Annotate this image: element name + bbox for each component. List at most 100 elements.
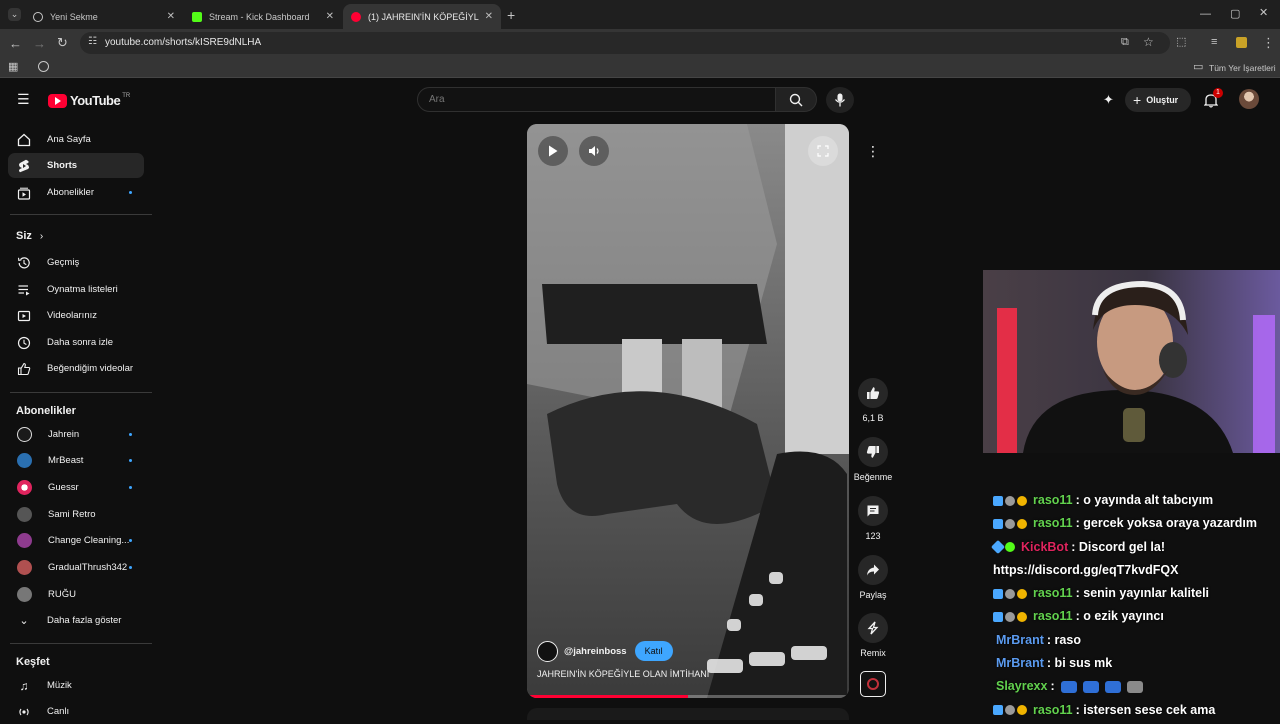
sidebar-item-liked-videos[interactable]: Beğendiğim videolar xyxy=(8,356,144,381)
hamburger-menu-icon[interactable]: ☰ xyxy=(17,92,30,106)
minimize-icon[interactable]: — xyxy=(1200,9,1211,20)
chevron-right-icon: › xyxy=(39,230,44,242)
sidebar-item-playlists[interactable]: Oynatma listeleri xyxy=(8,277,144,302)
remix-icon xyxy=(867,621,879,635)
new-tab-plus-icon[interactable]: + xyxy=(507,8,515,22)
remix-button[interactable] xyxy=(858,613,888,643)
restore-icon[interactable]: ▢ xyxy=(1230,9,1240,20)
kick-logo-icon xyxy=(192,11,202,22)
close-icon[interactable]: ✕ xyxy=(167,11,175,22)
chat-link[interactable]: https://discord.gg/eqT7kvdFQX xyxy=(993,559,1178,582)
chat-username[interactable]: raso11 xyxy=(1033,512,1073,535)
chat-username[interactable]: raso11 xyxy=(1033,489,1073,512)
sidebar-item-home[interactable]: Ana Sayfa xyxy=(8,127,144,152)
join-button[interactable]: Katıl xyxy=(634,641,673,661)
badge-icon xyxy=(1017,518,1027,529)
sidebar-channel-guessr[interactable]: Guessr xyxy=(8,475,144,500)
channel-handle[interactable]: @jahreinboss xyxy=(564,646,627,657)
sidebar-item-label: Müzik xyxy=(47,680,72,691)
sidebar-channel-jahrein[interactable]: Jahrein xyxy=(8,422,144,447)
browser-tab-bar: ⌄ Yeni Sekme ✕ Stream - Kick Dashboard ✕… xyxy=(0,0,1280,29)
extensions-icon[interactable]: ⬚ xyxy=(1176,37,1186,48)
bookmark-globe-icon[interactable] xyxy=(38,61,49,72)
subscriptions-heading: Abonelikler xyxy=(16,405,76,417)
dislike-button[interactable] xyxy=(858,437,888,467)
sidebar-channel-change-cleaning[interactable]: Change Cleaning... xyxy=(8,528,144,553)
you-section-header[interactable]: Siz › xyxy=(16,230,43,242)
shorts-video-player[interactable]: @jahreinboss Katıl JAHREIN'İN KÖPEĞİYLE … xyxy=(527,124,849,698)
browser-toolbar: ← → ↻ ☷ youtube.com/shorts/kISRE9dNLHA ⧉… xyxy=(0,29,1280,57)
sidebar-item-watch-later[interactable]: Daha sonra izle xyxy=(8,330,144,355)
window-close-icon[interactable]: ✕ xyxy=(1259,8,1268,19)
chat-message: raso11 : gercek yoksa oraya yazardım xyxy=(993,512,1280,535)
apps-grid-icon[interactable]: ▦ xyxy=(8,62,18,73)
home-icon xyxy=(17,133,31,147)
account-avatar[interactable] xyxy=(1239,89,1259,109)
new-content-dot xyxy=(129,433,132,436)
tab-new-tab[interactable]: Yeni Sekme ✕ xyxy=(25,4,183,29)
tab-kick-dashboard[interactable]: Stream - Kick Dashboard ✕ xyxy=(184,4,342,29)
close-icon[interactable]: ✕ xyxy=(485,11,493,22)
chat-message-continuation: https://discord.gg/eqT7kvdFQX xyxy=(993,559,1280,582)
youtube-logo[interactable]: YouTube TR xyxy=(48,93,130,108)
all-bookmarks-link[interactable]: Tüm Yer İşaretleri xyxy=(1209,63,1276,73)
search-button[interactable] xyxy=(775,87,817,112)
volume-button[interactable] xyxy=(579,136,609,166)
more-actions-button[interactable]: ⋮ xyxy=(858,136,888,166)
site-info-icon[interactable]: ☷ xyxy=(88,37,97,47)
chat-message: MrBrant : bi sus mk xyxy=(993,652,1280,675)
chat-username[interactable]: raso11 xyxy=(1033,582,1073,605)
forward-arrow-icon[interactable]: → xyxy=(33,37,46,50)
reload-icon[interactable]: ↻ xyxy=(57,36,68,49)
sidebar-channel-gradualthrush342[interactable]: GradualThrush342 xyxy=(8,555,144,580)
kebab-menu-icon[interactable]: ⋮ xyxy=(1262,36,1275,49)
back-arrow-icon[interactable]: ← xyxy=(9,37,22,50)
comments-button[interactable] xyxy=(858,496,888,526)
play-button[interactable] xyxy=(538,136,568,166)
chat-username[interactable]: MrBrant xyxy=(996,652,1044,675)
bookmark-star-icon[interactable]: ☆ xyxy=(1143,36,1154,48)
comment-count: 123 xyxy=(865,531,881,541)
create-button[interactable]: + Oluştur xyxy=(1125,88,1191,112)
fullscreen-button[interactable] xyxy=(808,136,838,166)
channel-avatar-button[interactable] xyxy=(860,671,886,697)
sidebar-item-subscriptions[interactable]: Abonelikler xyxy=(8,180,144,205)
search-input[interactable] xyxy=(418,88,775,111)
channel-avatar[interactable] xyxy=(537,640,558,662)
chat-username[interactable]: raso11 xyxy=(1033,605,1073,628)
chat-username[interactable]: MrBrant xyxy=(996,629,1044,652)
youtube-favicon-icon xyxy=(351,11,361,22)
like-button[interactable] xyxy=(858,378,888,408)
badge-icon xyxy=(1005,495,1015,506)
badge-icon xyxy=(1017,705,1027,716)
video-progress-bar[interactable] xyxy=(527,695,849,698)
tab-search-icon[interactable]: ⌄ xyxy=(8,8,21,21)
reading-list-icon[interactable]: ≡ xyxy=(1211,37,1217,48)
sidebar-channel-sami-retro[interactable]: Sami Retro xyxy=(8,502,144,527)
short-channel-row: @jahreinboss Katıl xyxy=(537,640,673,662)
voice-search-button[interactable] xyxy=(826,87,854,113)
extension-puzzle-icon[interactable]: ✦ xyxy=(1103,93,1114,106)
search-box xyxy=(417,87,776,112)
sidebar-item-music[interactable]: ♫ Müzik xyxy=(8,673,144,698)
notifications-button[interactable]: 1 xyxy=(1203,88,1223,109)
chat-text: : Discord gel la! xyxy=(1071,539,1166,554)
sidebar-channel-rugu[interactable]: RUĞU xyxy=(8,582,144,607)
sidebar-item-your-videos[interactable]: Videolarınız xyxy=(8,303,144,328)
sidebar-show-more[interactable]: ⌄ Daha fazla göster xyxy=(8,608,144,633)
share-button[interactable] xyxy=(858,555,888,585)
sidebar-item-history[interactable]: Geçmiş xyxy=(8,250,144,275)
chat-username[interactable]: raso11 xyxy=(1033,699,1073,722)
address-bar[interactable]: ☷ youtube.com/shorts/kISRE9dNLHA ⧉ ☆ xyxy=(80,32,1170,54)
sidebar-item-live[interactable]: Canlı xyxy=(8,699,144,724)
chat-username[interactable]: KickBot xyxy=(1021,536,1068,559)
sidebar-item-shorts[interactable]: Shorts xyxy=(8,153,144,178)
tab-youtube-short[interactable]: (1) JAHREIN'İN KÖPEĞİYLE OLAN ✕ xyxy=(343,4,501,29)
user-badges xyxy=(993,518,1029,529)
close-icon[interactable]: ✕ xyxy=(326,11,334,22)
sidebar-channel-mrbeast[interactable]: MrBeast xyxy=(8,448,144,473)
chat-username[interactable]: Slayrexx xyxy=(996,675,1047,698)
install-app-icon[interactable]: ⧉ xyxy=(1121,37,1129,48)
live-icon xyxy=(17,705,31,719)
extension-badge-icon[interactable] xyxy=(1236,37,1247,48)
